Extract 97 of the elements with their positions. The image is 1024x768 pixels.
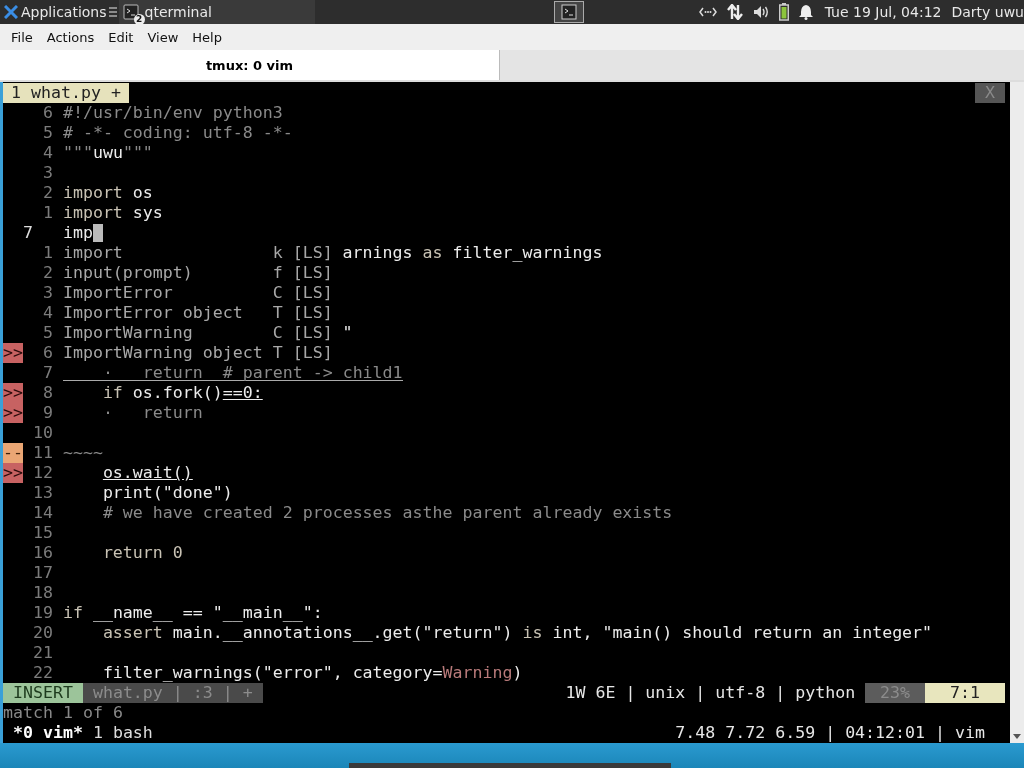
sign-marker: >> <box>3 463 23 483</box>
code-text: import <box>62 203 123 222</box>
code-text: Warning <box>442 663 513 682</box>
code-text: filter_warnings("error", category= <box>102 663 443 682</box>
code-text: · return <box>102 403 203 422</box>
file-info: what.py | :3 | + <box>82 683 263 703</box>
menu-item[interactable]: View <box>140 29 186 45</box>
line-number: 2 <box>41 183 53 203</box>
code-text: #!/usr/bin/env python3 <box>62 103 283 122</box>
menu-item[interactable]: Help <box>185 29 229 45</box>
cursor-position: 7:1 <box>925 683 1005 703</box>
sign-marker: >> <box>3 403 23 423</box>
sign-marker: >> <box>3 383 23 403</box>
line-number: 12 <box>31 463 53 483</box>
line-number: 3 <box>41 283 53 303</box>
bell-icon[interactable] <box>798 4 813 20</box>
menu-item[interactable]: Edit <box>101 29 141 45</box>
x-logo-icon <box>4 5 18 19</box>
code-text: ==0: <box>222 383 263 402</box>
line-number: 17 <box>31 563 53 583</box>
code-text: print("done") <box>102 483 233 502</box>
line-number: 7 <box>22 223 34 243</box>
code-text: return 0 <box>102 543 183 562</box>
menu-item[interactable]: File <box>4 29 40 45</box>
volume-icon[interactable] <box>752 5 769 19</box>
file-status-text: 1W 6E | unix | utf-8 | python <box>565 683 857 703</box>
line-number: 9 <box>41 403 53 423</box>
line-number: 5 <box>41 123 53 143</box>
line-number: 6 <box>41 343 53 363</box>
code-text: is <box>522 623 543 642</box>
network-icon[interactable] <box>698 6 717 18</box>
code-text: # we have created 2 processes asthe parent already exists <box>102 503 673 522</box>
mode-indicator: INSERT <box>3 683 83 703</box>
line-number: 18 <box>31 583 53 603</box>
line-number: 4 <box>41 143 53 163</box>
code-text: uwu <box>92 143 123 162</box>
line-number: 6 <box>41 103 53 123</box>
down-arrow-icon[interactable] <box>1013 734 1021 739</box>
code-text: os.fork() <box>131 383 223 402</box>
code-text: __name__ == "__main__": <box>91 603 323 622</box>
user-name[interactable]: Darty uwu <box>951 4 1024 20</box>
handle-icon <box>108 7 117 17</box>
battery-icon[interactable] <box>778 3 789 21</box>
code-text: " <box>342 323 353 342</box>
code-text: if <box>62 603 83 622</box>
line-number: 2 <box>41 263 53 283</box>
code-text: os <box>131 183 153 202</box>
line-number: 20 <box>31 623 53 643</box>
code-text: sys <box>131 203 163 222</box>
code-text: ) <box>512 663 523 682</box>
menu-item[interactable]: Actions <box>39 29 102 45</box>
tmux-window[interactable]: *0 vim* <box>3 723 83 743</box>
terminal-launcher-button[interactable] <box>554 1 584 23</box>
line-number: 19 <box>31 603 53 623</box>
terminal-tab[interactable]: tmux: 0 vim <box>0 50 500 80</box>
code-text: assert <box>102 623 163 642</box>
transfer-arrows-icon[interactable] <box>726 4 743 20</box>
code-text: if <box>102 383 123 402</box>
line-number: 16 <box>31 543 53 563</box>
scrollbar[interactable] <box>1010 82 1024 743</box>
line-number: 1 <box>41 243 53 263</box>
code-text: """ <box>122 143 153 162</box>
sign-marker: >> <box>3 343 23 363</box>
code-text: · return # parent -> child1 <box>102 363 403 382</box>
line-number: 8 <box>41 383 53 403</box>
line-number: 11 <box>31 443 53 463</box>
line-number: 13 <box>31 483 53 503</box>
line-number: 15 <box>31 523 53 543</box>
count-badge: 2 <box>133 14 145 25</box>
sign-marker: -- <box>3 443 23 463</box>
tmux-status-text: 7.48 7.72 6.59 | 04:12:01 | vim <box>675 723 985 743</box>
applications-menu-button[interactable]: Applications <box>0 0 109 24</box>
code-text: os.wait() <box>102 463 193 482</box>
line-number: 21 <box>31 643 53 663</box>
code-text: int, "main() should return an integer" <box>551 623 933 642</box>
line-number: 22 <box>31 663 53 683</box>
tmux-window[interactable]: 1 bash <box>82 723 153 743</box>
clock-text[interactable]: Tue 19 Jul, 04:12 <box>824 4 942 20</box>
code-text: ~~~~ <box>62 443 103 462</box>
code-text: filter_warnings <box>452 243 603 262</box>
line-number: 14 <box>31 503 53 523</box>
terminal-icon <box>561 4 577 20</box>
code-text: import <box>62 183 123 202</box>
line-number: 10 <box>31 423 53 443</box>
line-number: 1 <box>41 203 53 223</box>
line-number: 3 <box>41 163 53 183</box>
line-number: 7 <box>41 363 53 383</box>
search-message: match 1 of 6 <box>3 703 123 723</box>
code-text: imp <box>62 223 93 242</box>
line-number: 5 <box>41 323 53 343</box>
code-text: arnings <box>342 243 413 262</box>
code-text: """ <box>62 143 93 162</box>
buffer-tab[interactable]: 1 what.py + <box>3 83 129 103</box>
line-number: 4 <box>41 303 53 323</box>
code-text: # -*- coding: utf-8 -*- <box>62 123 293 142</box>
code-text: main.__annotations__.get("return") <box>171 623 514 642</box>
code-text: as <box>421 243 444 262</box>
